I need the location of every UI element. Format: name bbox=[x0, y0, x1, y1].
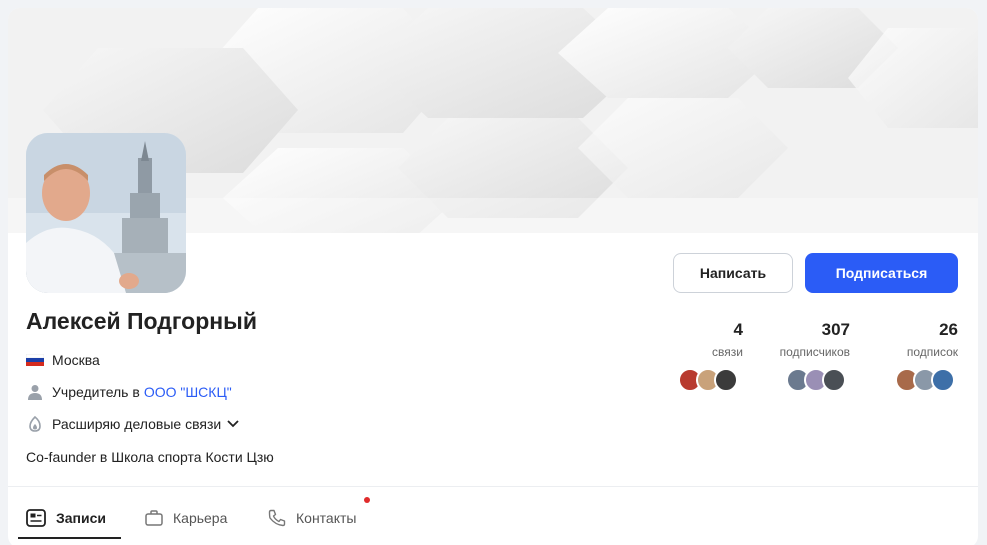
stat-value: 4 bbox=[733, 320, 743, 339]
notification-dot bbox=[364, 497, 370, 503]
posts-icon bbox=[26, 509, 46, 527]
stat-followers[interactable]: 307 подписчиков bbox=[750, 320, 850, 359]
position-text: Учредитель в bbox=[52, 384, 140, 400]
stat-value: 26 bbox=[939, 320, 958, 339]
russia-flag-icon bbox=[26, 352, 44, 368]
chevron-down-icon[interactable] bbox=[227, 420, 239, 428]
avatar[interactable] bbox=[26, 133, 186, 293]
profile-name: Алексей Подгорный bbox=[26, 308, 257, 334]
handshake-icon bbox=[26, 416, 44, 432]
connections-avatars[interactable] bbox=[678, 368, 738, 392]
avatar bbox=[822, 368, 846, 392]
stat-label: связи bbox=[712, 345, 743, 359]
about-text: Co-faunder в Школа спорта Кости Цзю bbox=[26, 449, 274, 465]
person-icon bbox=[26, 384, 44, 400]
company-link[interactable]: ООО "ШСКЦ" bbox=[144, 384, 232, 400]
tab-career[interactable]: Карьера bbox=[145, 498, 227, 538]
phone-icon bbox=[268, 509, 286, 527]
goal-row[interactable]: Расширяю деловые связи bbox=[26, 416, 239, 432]
following-avatars[interactable] bbox=[895, 368, 955, 392]
active-tab-indicator bbox=[18, 537, 121, 539]
stat-connections[interactable]: 4 связи bbox=[688, 320, 743, 359]
about-row: Co-faunder в Школа спорта Кости Цзю bbox=[26, 449, 274, 465]
stat-following[interactable]: 26 подписок bbox=[878, 320, 958, 359]
tab-label: Карьера bbox=[173, 510, 228, 526]
stat-label: подписок bbox=[906, 345, 958, 359]
avatar bbox=[714, 368, 738, 392]
goal-text: Расширяю деловые связи bbox=[52, 416, 222, 432]
profile-card: Написать Подписаться Алексей Подгорный М… bbox=[8, 8, 978, 545]
position-row: Учредитель в ООО "ШСКЦ" bbox=[26, 384, 232, 400]
avatar bbox=[931, 368, 955, 392]
tab-label: Контакты bbox=[296, 510, 357, 526]
tab-contacts[interactable]: Контакты bbox=[268, 498, 356, 538]
subscribe-button[interactable]: Подписаться bbox=[805, 253, 958, 293]
divider bbox=[8, 486, 978, 487]
stat-label: подписчиков bbox=[779, 345, 850, 359]
briefcase-icon bbox=[145, 510, 163, 526]
location-text: Москва bbox=[52, 352, 100, 368]
tab-posts[interactable]: Записи bbox=[26, 498, 106, 538]
followers-avatars[interactable] bbox=[786, 368, 846, 392]
location-row: Москва bbox=[26, 352, 100, 368]
write-message-button[interactable]: Написать bbox=[673, 253, 793, 293]
tab-label: Записи bbox=[56, 510, 107, 526]
stat-value: 307 bbox=[821, 320, 850, 339]
